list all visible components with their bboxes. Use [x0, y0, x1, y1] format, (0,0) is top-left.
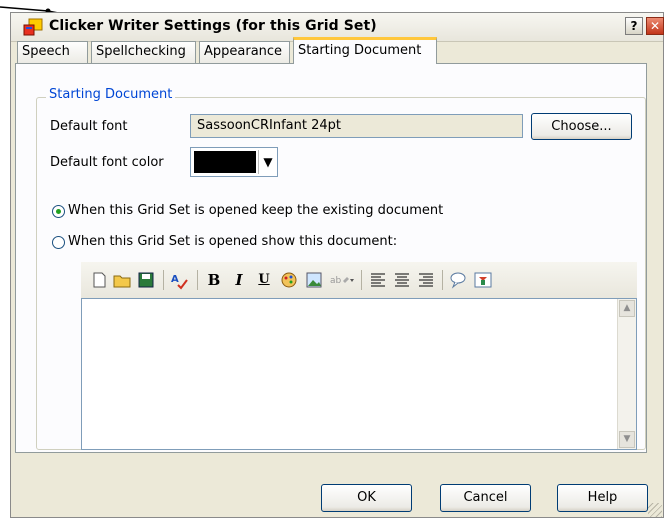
document-editor[interactable]: ▲ ▼ — [81, 298, 637, 450]
highlight-icon[interactable]: ab — [329, 270, 355, 290]
tab-spellchecking[interactable]: Spellchecking — [91, 41, 196, 63]
editor-scrollbar[interactable]: ▲ ▼ — [617, 299, 636, 449]
window-title: Clicker Writer Settings (for this Grid S… — [49, 18, 377, 34]
clicker-writer-icon — [23, 18, 43, 36]
toolbar-separator — [163, 270, 164, 290]
default-font-field: SassoonCRInfant 24pt — [190, 114, 523, 138]
group-legend: Starting Document — [46, 87, 176, 102]
color-swatch — [194, 151, 256, 173]
tab-starting-document[interactable]: Starting Document — [293, 37, 437, 64]
radio-keep-existing[interactable] — [52, 205, 65, 218]
speak-icon[interactable] — [473, 270, 493, 290]
insert-picture-icon[interactable] — [304, 270, 324, 290]
radio-show-document[interactable] — [52, 236, 65, 249]
save-icon[interactable] — [136, 270, 156, 290]
align-right-icon[interactable] — [416, 270, 436, 290]
help-button[interactable]: Help — [557, 484, 648, 512]
svg-text:A: A — [171, 274, 179, 285]
font-color-label: Default font color — [50, 155, 164, 170]
open-folder-icon[interactable] — [112, 270, 132, 290]
editor-toolbar: A B I U ab — [81, 262, 637, 299]
align-left-icon[interactable] — [368, 270, 388, 290]
tab-speech[interactable]: Speech — [17, 41, 88, 63]
resize-grip-icon[interactable] — [648, 503, 662, 517]
italic-icon[interactable]: I — [229, 270, 249, 290]
toolbar-separator — [361, 270, 362, 290]
choose-font-button[interactable]: Choose... — [531, 113, 632, 140]
radio-selected-dot — [56, 209, 61, 214]
paint-icon[interactable] — [279, 270, 299, 290]
spellcheck-icon[interactable]: A — [169, 270, 189, 290]
radio-show-label: When this Grid Set is opened show this d… — [68, 234, 398, 249]
font-color-picker[interactable]: ▼ — [190, 147, 278, 177]
underline-icon[interactable]: U — [254, 270, 274, 290]
help-title-button[interactable]: ? — [625, 17, 643, 35]
default-font-label: Default font — [50, 119, 128, 134]
chevron-down-icon[interactable]: ▼ — [258, 150, 277, 174]
scroll-up-icon[interactable]: ▲ — [619, 300, 635, 317]
toolbar-separator — [197, 270, 198, 290]
new-document-icon[interactable] — [89, 270, 109, 290]
scroll-down-icon[interactable]: ▼ — [619, 431, 635, 448]
close-button[interactable]: ✕ — [646, 17, 664, 35]
cancel-button[interactable]: Cancel — [440, 484, 531, 512]
tab-appearance[interactable]: Appearance — [199, 41, 290, 63]
radio-keep-label: When this Grid Set is opened keep the ex… — [68, 203, 444, 218]
toolbar-separator — [442, 270, 443, 290]
ok-button[interactable]: OK — [321, 484, 412, 512]
speech-bubble-icon[interactable] — [448, 270, 468, 290]
bold-icon[interactable]: B — [204, 270, 224, 290]
svg-text:ab: ab — [330, 276, 342, 286]
align-center-icon[interactable] — [392, 270, 412, 290]
